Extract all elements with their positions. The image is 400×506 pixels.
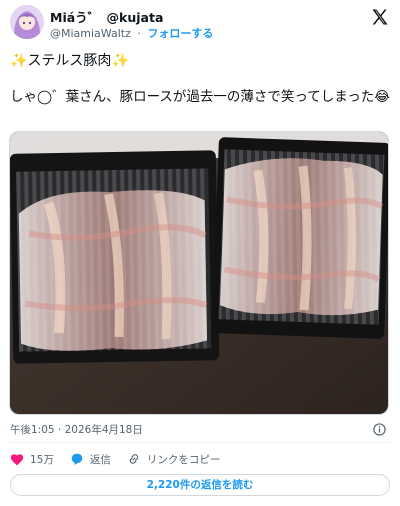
- read-replies-button[interactable]: 2,220件の返信を読む: [10, 474, 390, 496]
- copy-link-label: リンクをコピー: [146, 453, 221, 466]
- sparkle-icon: ✨: [111, 53, 129, 69]
- separator-dot: ·: [137, 27, 141, 40]
- author-name-row[interactable]: Miáう゛ @kujata: [50, 7, 163, 26]
- heart-icon: [10, 453, 24, 465]
- tweet-body: しゃ◯゛葉さん、豚ロースが過去一の薄さで笑ってしまった😂: [10, 89, 390, 105]
- display-name-suffix: う゛: [75, 10, 101, 25]
- tweet-photo[interactable]: [9, 131, 389, 415]
- follow-button[interactable]: フォローする: [147, 27, 213, 40]
- copy-link-button[interactable]: リンクをコピー: [127, 452, 221, 467]
- divider: [10, 442, 390, 443]
- avatar[interactable]: [10, 5, 44, 39]
- reply-label: 返信: [89, 453, 111, 466]
- tweet-title: ✨ステルス豚肉✨: [10, 50, 129, 70]
- name-handle: @kujata: [106, 10, 164, 25]
- sparkle-icon: ✨: [10, 53, 28, 69]
- like-count: 15万: [30, 453, 54, 466]
- link-icon: [129, 454, 139, 464]
- reply-icon: [71, 453, 83, 465]
- title-text: ステルス豚肉: [27, 53, 112, 69]
- author-handle[interactable]: @MiamiaWaltz: [50, 27, 131, 40]
- handle-row: @MiamiaWaltz · フォローする: [50, 25, 213, 41]
- like-button[interactable]: 15万: [10, 452, 54, 467]
- x-logo-icon[interactable]: [370, 7, 390, 27]
- tweet-card: Miáう゛ @kujata @MiamiaWaltz · フォローする ✨ステル…: [0, 0, 400, 506]
- info-icon[interactable]: [373, 421, 386, 436]
- display-name[interactable]: Miá: [50, 10, 75, 25]
- reply-button[interactable]: 返信: [70, 452, 111, 467]
- action-bar: 15万 返信 リンクをコピー: [10, 450, 236, 468]
- timestamp[interactable]: 午後1:05 · 2026年4月18日: [10, 422, 143, 437]
